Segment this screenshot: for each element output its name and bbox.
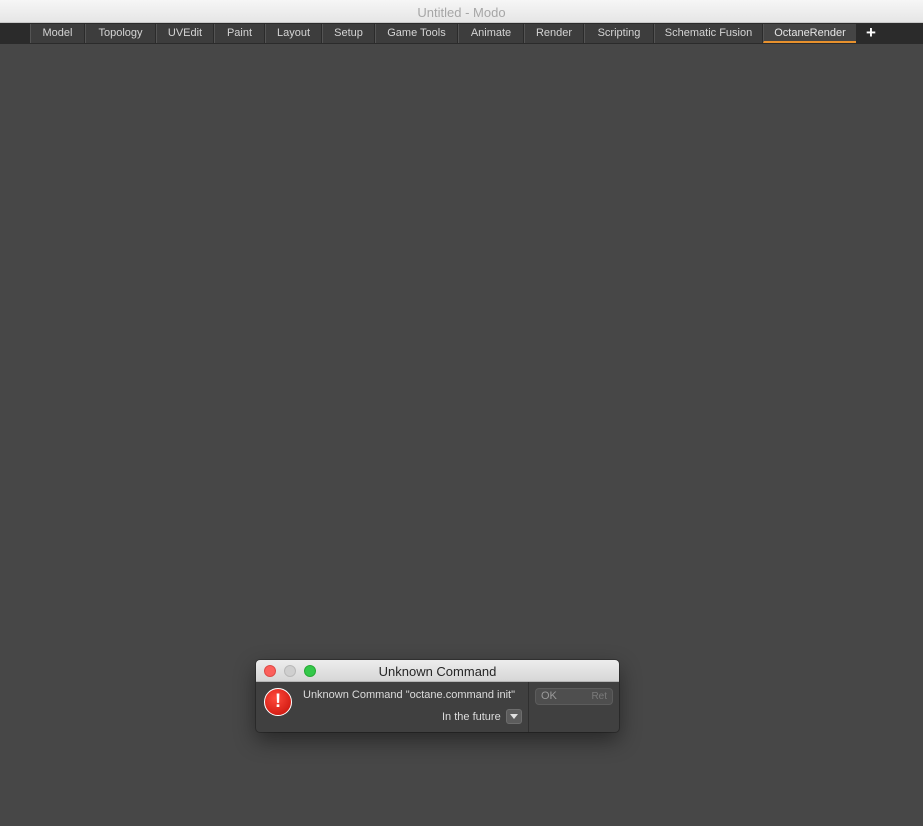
layout-tab-bar: Model Topology UVEdit Paint Layout Setup…	[0, 23, 923, 44]
plus-icon[interactable]: +	[862, 24, 880, 42]
tab-scripting[interactable]: Scripting	[584, 24, 653, 43]
ok-shortcut-hint: Ret	[591, 691, 607, 702]
tab-schematic-fusion[interactable]: Schematic Fusion	[654, 24, 762, 43]
tab-topology[interactable]: Topology	[85, 24, 155, 43]
tab-animate[interactable]: Animate	[458, 24, 523, 43]
chevron-down-icon	[510, 714, 518, 719]
window-titlebar: Untitled - Modo	[0, 0, 923, 23]
tab-uvedit[interactable]: UVEdit	[156, 24, 213, 43]
alert-icon: !	[264, 688, 292, 716]
window-title: Untitled - Modo	[417, 5, 506, 20]
tab-paint[interactable]: Paint	[214, 24, 264, 43]
dialog-title: Unknown Command	[378, 664, 497, 679]
error-message: Unknown Command "octane.command init"	[303, 689, 516, 701]
ok-button[interactable]: OK Ret	[535, 688, 613, 705]
dialog-divider	[528, 682, 529, 732]
dialog-titlebar: Unknown Command	[256, 660, 619, 682]
ok-button-label: OK	[541, 690, 557, 702]
future-behavior-dropdown[interactable]	[506, 709, 522, 724]
tab-model[interactable]: Model	[30, 24, 84, 43]
unknown-command-dialog: Unknown Command ! Unknown Command "octan…	[256, 660, 619, 732]
tab-render[interactable]: Render	[524, 24, 583, 43]
tab-game-tools[interactable]: Game Tools	[375, 24, 457, 43]
future-behavior-label: In the future	[442, 711, 501, 723]
tab-octanerender[interactable]: OctaneRender	[763, 24, 856, 43]
tab-layout[interactable]: Layout	[265, 24, 321, 43]
tab-setup[interactable]: Setup	[322, 24, 374, 43]
